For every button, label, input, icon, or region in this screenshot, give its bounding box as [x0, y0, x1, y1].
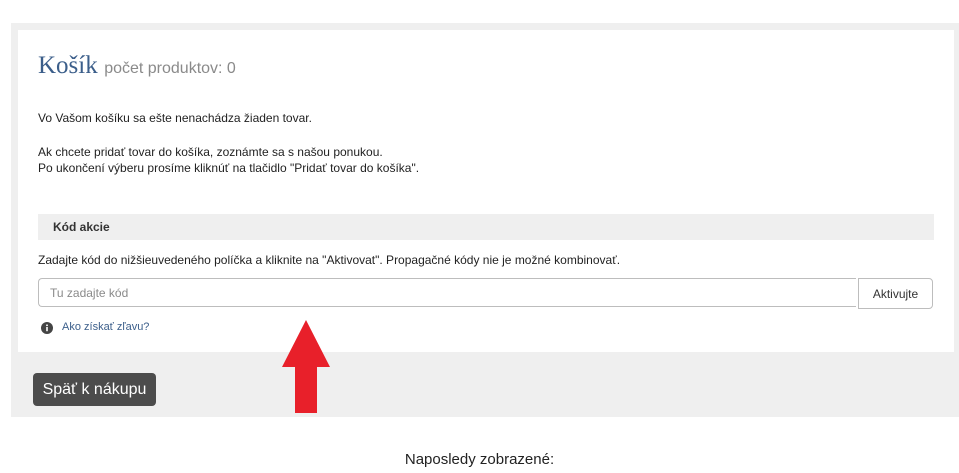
empty-cart-message: Vo Vašom košíku sa ešte nenachádza žiade… — [38, 111, 312, 125]
cart-panel: Košík počet produktov: 0 Vo Vašom košíku… — [18, 30, 954, 352]
product-count: počet produktov: 0 — [104, 60, 236, 77]
cart-hint-line-2: Po ukončení výberu prosíme kliknúť na tl… — [38, 161, 420, 175]
back-to-shopping-button[interactable]: Späť k nákupu — [33, 373, 156, 406]
activate-button[interactable]: Aktivujte — [858, 278, 933, 309]
cart-title: Košík — [38, 52, 98, 79]
cart-hint-line-1: Ak chcete pridať tovar do košíka, zoznám… — [38, 145, 383, 159]
promo-instructions: Zadajte kód do nižšieuvedeného políčka a… — [38, 253, 621, 267]
info-circle-icon — [41, 322, 53, 334]
red-up-arrow-icon — [282, 320, 330, 413]
promo-code-header-label: Kód akcie — [53, 220, 110, 234]
cart-heading: Košík počet produktov: 0 — [38, 52, 236, 80]
recently-viewed-heading: Naposledy zobrazené: — [404, 451, 555, 468]
promo-code-header: Kód akcie — [38, 214, 934, 240]
promo-code-input[interactable] — [38, 278, 856, 307]
how-to-get-discount-link[interactable]: Ako získať zľavu? — [62, 321, 149, 333]
